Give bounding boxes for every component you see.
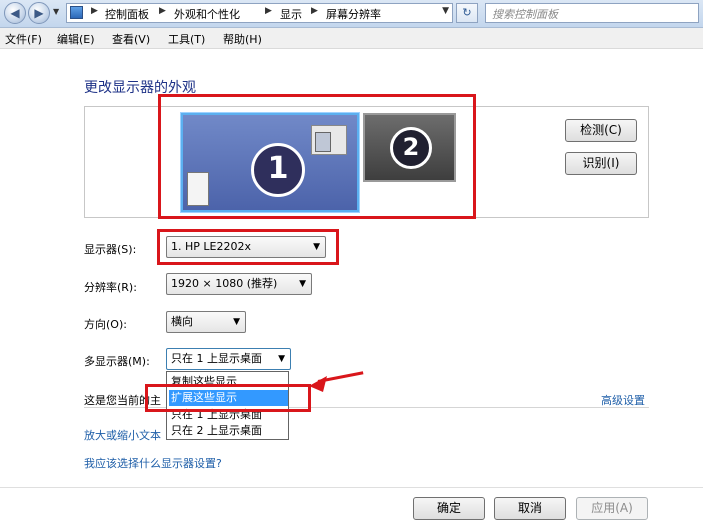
forward-button[interactable]: ▶: [28, 2, 50, 24]
address-bar: ◀ ▶ ▼ ▶ 控制面板 ▶ 外观和个性化 ▶ 显示 ▶ 屏幕分辨率 ▼ ↻ 搜…: [0, 0, 703, 28]
resolution-label: 分辨率(R):: [84, 281, 137, 294]
breadcrumb-separator-icon[interactable]: ▶: [311, 6, 318, 16]
identify-button[interactable]: 识别(I): [565, 152, 637, 175]
menu-file[interactable]: 文件(F): [5, 31, 42, 47]
breadcrumb-separator-icon[interactable]: ▶: [159, 6, 166, 16]
orientation-select-value: 横向: [171, 315, 193, 328]
multi-display-select-value: 只在 1 上显示桌面: [171, 352, 262, 365]
breadcrumb-display[interactable]: 显示: [280, 6, 302, 22]
search-input[interactable]: 搜索控制面板: [485, 3, 699, 23]
menu-view[interactable]: 查看(V): [112, 31, 150, 47]
annotation-box-extend: [145, 384, 311, 412]
recent-pages-icon[interactable]: ▼: [53, 7, 59, 16]
orientation-select[interactable]: 横向 ▼: [166, 311, 246, 333]
which-settings-link[interactable]: 我应该选择什么显示器设置?: [84, 455, 222, 471]
annotation-arrow-icon: [309, 376, 327, 392]
chevron-down-icon: ▼: [233, 317, 240, 327]
chevron-down-icon: ▼: [278, 354, 285, 364]
advanced-settings-link[interactable]: 高级设置: [601, 392, 645, 408]
ok-button[interactable]: 确定: [413, 497, 485, 520]
menu-edit[interactable]: 编辑(E): [57, 31, 95, 47]
option-only-2[interactable]: 只在 2 上显示桌面: [169, 423, 288, 439]
divider: [0, 487, 703, 488]
menu-help[interactable]: 帮助(H): [223, 31, 262, 47]
breadcrumb-appearance[interactable]: 外观和个性化: [174, 6, 240, 22]
orientation-label: 方向(O):: [84, 318, 127, 331]
back-button[interactable]: ◀: [4, 2, 26, 24]
apply-button[interactable]: 应用(A): [576, 497, 648, 520]
multi-display-select[interactable]: 只在 1 上显示桌面 ▼: [166, 348, 291, 370]
forward-arrow-icon: ▶: [34, 6, 44, 20]
chevron-down-icon: ▼: [299, 279, 306, 289]
menu-bar: 文件(F) 编辑(E) 查看(V) 工具(T) 帮助(H): [0, 28, 703, 49]
resolution-select-value: 1920 × 1080 (推荐): [171, 277, 278, 290]
display-label: 显示器(S):: [84, 243, 137, 256]
address-field[interactable]: ▶ 控制面板 ▶ 外观和个性化 ▶ 显示 ▶ 屏幕分辨率 ▼: [66, 3, 453, 23]
breadcrumb-separator-icon[interactable]: ▶: [265, 6, 272, 16]
annotation-box-monitors: [158, 94, 476, 219]
refresh-icon: ↻: [462, 6, 472, 19]
control-panel-icon: [70, 6, 83, 19]
resolution-select[interactable]: 1920 × 1080 (推荐) ▼: [166, 273, 312, 295]
refresh-button[interactable]: ↻: [456, 3, 478, 23]
breadcrumb-separator-icon[interactable]: ▶: [91, 6, 98, 16]
back-arrow-icon: ◀: [10, 6, 20, 20]
chevron-down-icon[interactable]: ▼: [442, 6, 449, 16]
breadcrumb-screen-resolution[interactable]: 屏幕分辨率: [326, 6, 381, 22]
breadcrumb-control-panel[interactable]: 控制面板: [105, 6, 149, 22]
annotation-box-display: [157, 229, 339, 265]
multi-display-label: 多显示器(M):: [84, 355, 150, 368]
detect-button[interactable]: 检测(C): [565, 119, 637, 142]
cancel-button[interactable]: 取消: [494, 497, 566, 520]
text-size-link[interactable]: 放大或缩小文本: [84, 427, 161, 443]
menu-tools[interactable]: 工具(T): [168, 31, 205, 47]
